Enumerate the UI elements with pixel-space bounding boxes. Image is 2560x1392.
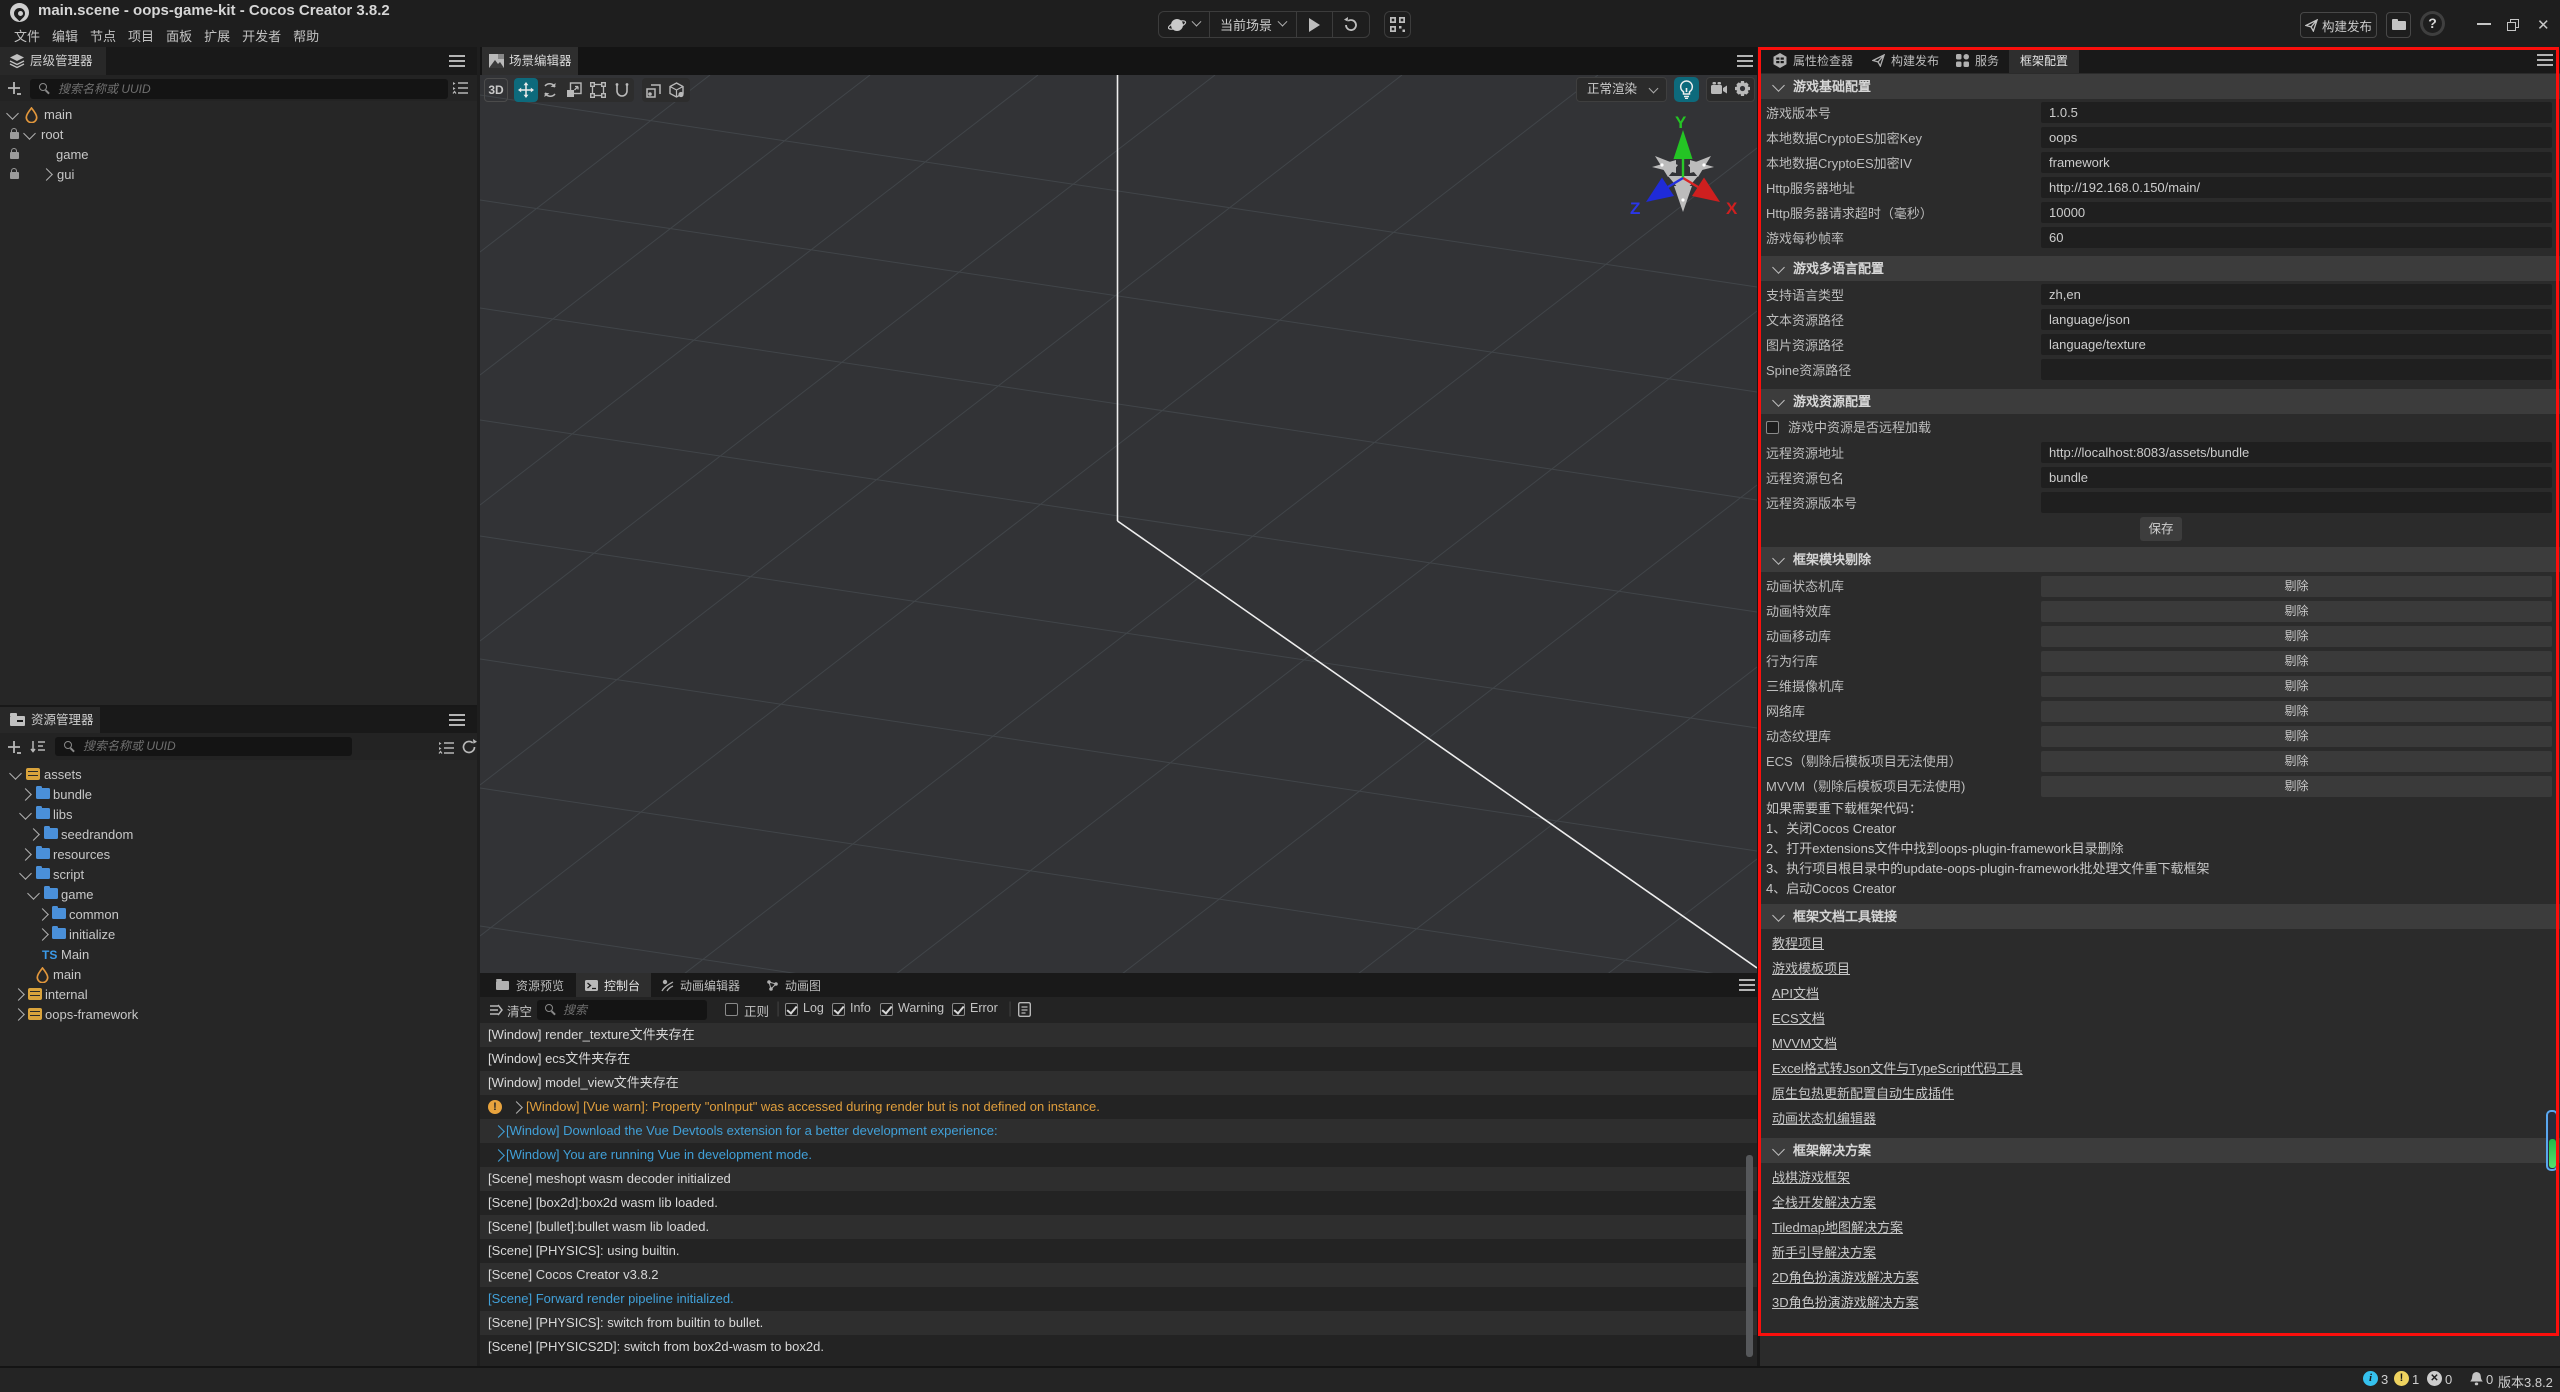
svg-text:Z: Z [1630,199,1640,218]
svg-text:X: X [1726,199,1738,218]
svg-text:Y: Y [1675,113,1687,132]
